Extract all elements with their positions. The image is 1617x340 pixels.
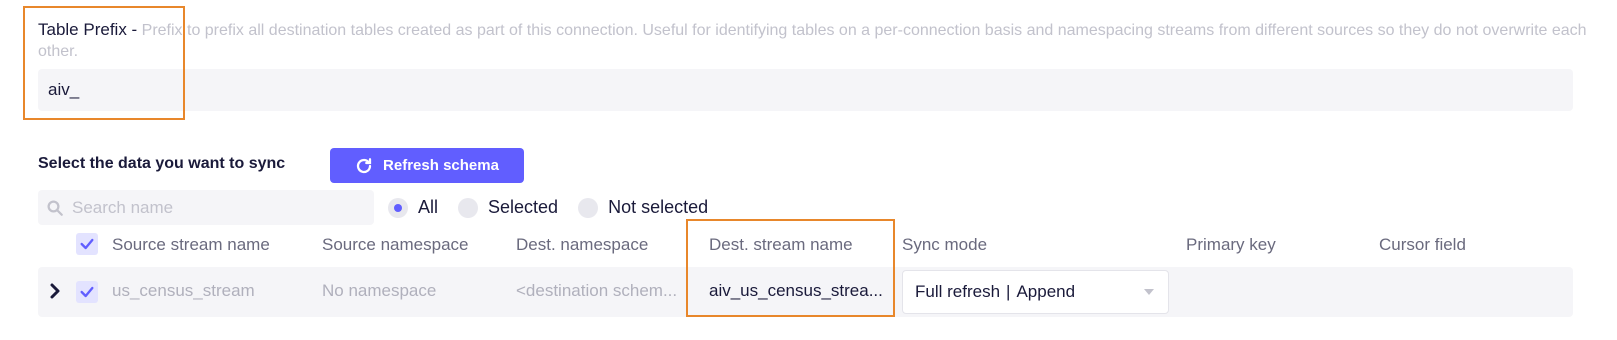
caret-down-icon <box>1144 289 1154 295</box>
sync-mode-source: Full refresh <box>915 282 1001 301</box>
column-cursor-field[interactable]: Cursor field <box>1379 235 1466 255</box>
filter-not-selected-radio[interactable]: Not selected <box>578 197 708 218</box>
column-primary-key[interactable]: Primary key <box>1186 235 1276 255</box>
radio-indicator <box>578 197 599 218</box>
sync-mode-select[interactable]: Full refresh | Append <box>902 270 1169 314</box>
row-dest-namespace: <destination schem... <box>516 281 678 300</box>
column-source-stream-name[interactable]: Source stream name <box>112 235 270 255</box>
filter-radio-group: All Selected Not selected <box>388 197 728 218</box>
check-icon <box>80 286 94 298</box>
refresh-icon <box>356 157 372 173</box>
table-prefix-description: Prefix to prefix all destination tables … <box>38 22 1587 60</box>
chevron-right-icon[interactable] <box>48 282 62 300</box>
filter-not-selected-label: Not selected <box>608 197 709 217</box>
table-prefix-label: Table Prefix - Prefix to prefix all dest… <box>38 19 1608 62</box>
search-icon <box>47 200 63 216</box>
search-input[interactable] <box>72 197 362 218</box>
sync-mode-destination: Append <box>1016 282 1076 301</box>
table-row: us_census_stream No namespace <destinati… <box>38 267 1573 317</box>
column-source-namespace[interactable]: Source namespace <box>322 235 468 255</box>
table-header: Source stream name Source namespace Dest… <box>0 233 1617 257</box>
filter-all-label: All <box>418 197 439 217</box>
filter-selected-radio[interactable]: Selected <box>458 197 558 218</box>
radio-indicator <box>458 197 479 218</box>
refresh-schema-label: Refresh schema <box>383 157 499 174</box>
check-icon <box>80 238 94 250</box>
column-sync-mode[interactable]: Sync mode <box>902 235 987 255</box>
column-dest-namespace[interactable]: Dest. namespace <box>516 235 648 255</box>
refresh-schema-button[interactable]: Refresh schema <box>330 148 524 183</box>
sync-section-title: Select the data you want to sync <box>38 155 286 172</box>
filter-selected-label: Selected <box>488 197 559 217</box>
select-all-checkbox[interactable] <box>76 233 98 255</box>
row-source-stream: us_census_stream <box>112 281 255 300</box>
radio-selected-indicator <box>388 197 408 218</box>
table-prefix-input[interactable]: aiv_ <box>38 69 1573 111</box>
column-dest-stream-name[interactable]: Dest. stream name <box>709 235 853 255</box>
row-checkbox[interactable] <box>76 281 98 303</box>
filter-all-radio[interactable]: All <box>388 197 438 218</box>
table-prefix-value: aiv_ <box>48 80 80 99</box>
sync-mode-separator: | <box>1006 282 1011 301</box>
connection-settings: Table Prefix - Prefix to prefix all dest… <box>0 0 1617 340</box>
row-source-namespace: No namespace <box>322 281 437 300</box>
search-box <box>38 190 374 225</box>
table-prefix-title: Table Prefix - <box>38 20 138 39</box>
row-dest-stream-name[interactable]: aiv_us_census_strea... <box>709 281 883 301</box>
